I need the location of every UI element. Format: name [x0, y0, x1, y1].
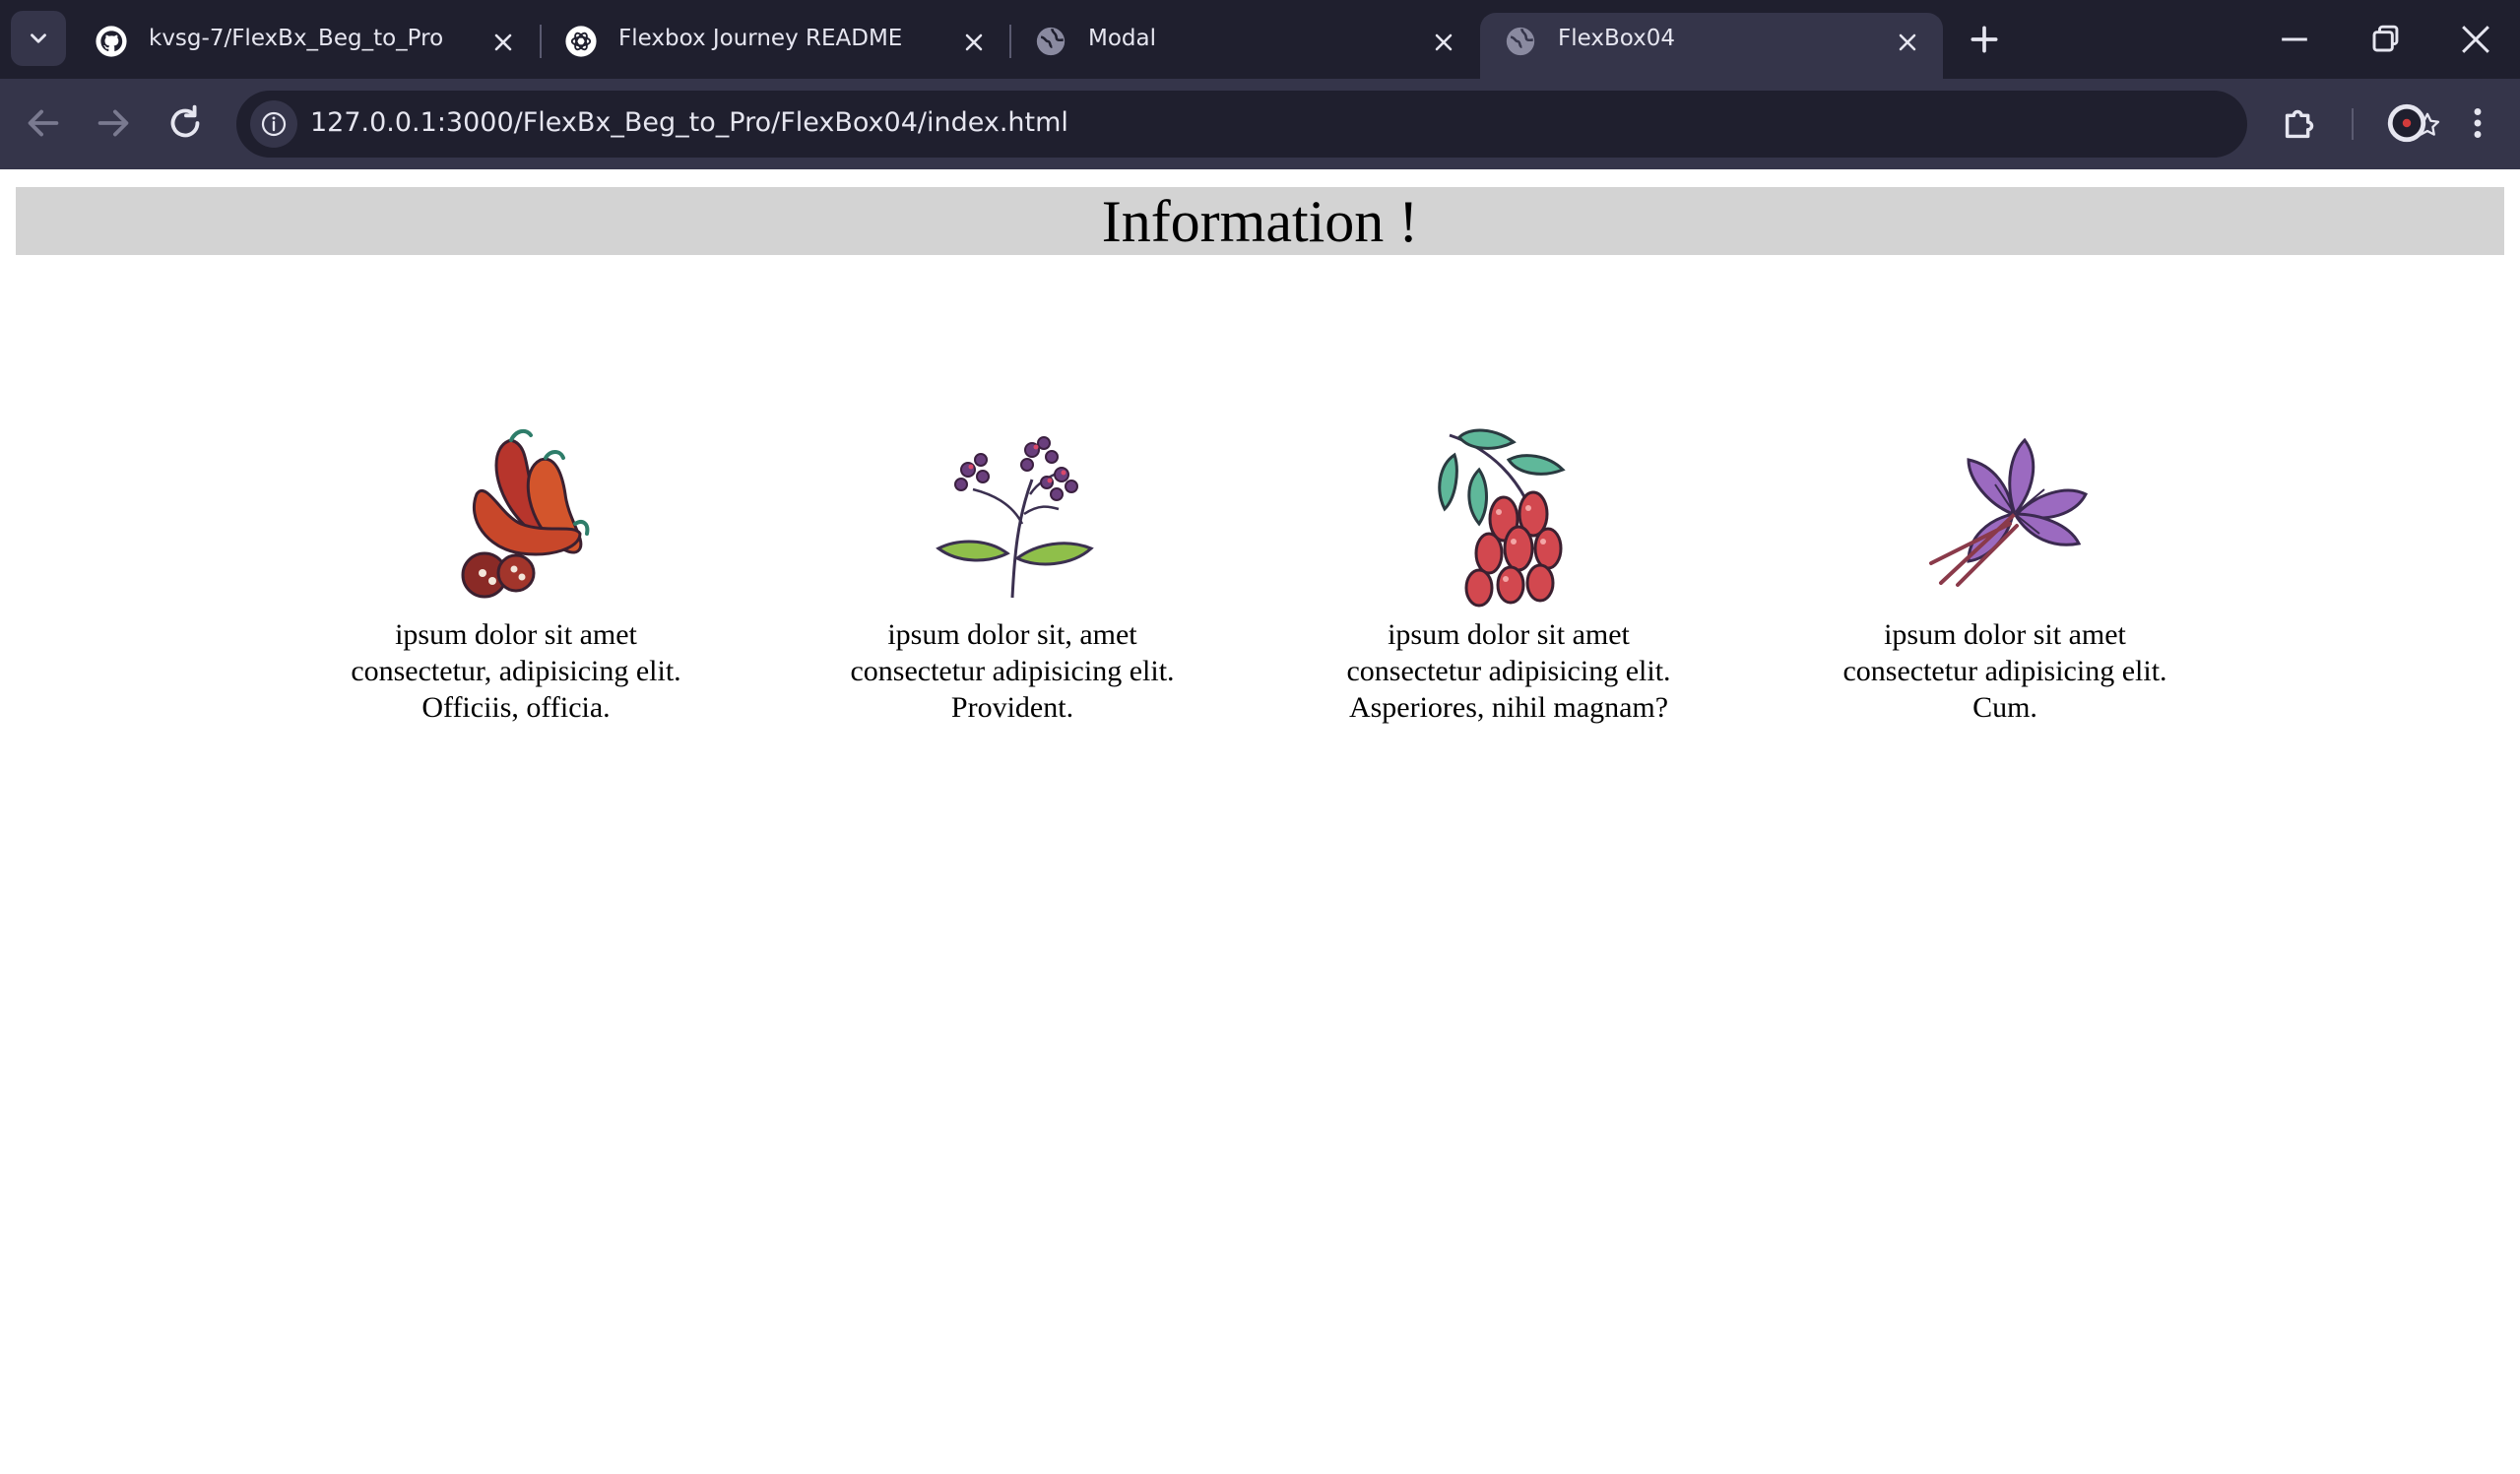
more-menu-icon[interactable] — [2455, 100, 2500, 146]
close-icon[interactable] — [1430, 29, 1457, 56]
card-line: ipsum dolor sit amet — [1884, 618, 2126, 651]
tab-title: FlexBox04 — [1558, 26, 1675, 51]
globe-icon — [1036, 27, 1066, 56]
close-icon[interactable] — [1894, 29, 1921, 56]
forward-arrow-icon[interactable] — [91, 100, 136, 146]
card-text: ipsum dolor sit amet consectetur adipisi… — [1757, 616, 2253, 726]
information-banner: Information ! — [16, 187, 2504, 255]
card-line: Provident. — [950, 691, 1074, 724]
tab-flexbox-journey[interactable]: Flexbox Journey README — [541, 13, 1009, 79]
minimize-icon[interactable] — [2273, 18, 2316, 61]
url-text: 127.0.0.1:3000/FlexBx_Beg_to_Pro/FlexBox… — [310, 107, 1068, 138]
card-text: ipsum dolor sit amet consectetur adipisi… — [1260, 616, 1757, 726]
tab-modal[interactable]: Modal — [1010, 13, 1479, 79]
card-line: ipsum dolor sit amet — [395, 618, 637, 651]
reload-icon[interactable] — [162, 100, 208, 146]
card-line: Cum. — [1972, 691, 2037, 724]
globe-icon — [1506, 27, 1535, 56]
card-text: ipsum dolor sit, amet consectetur adipis… — [764, 616, 1260, 726]
card-line: ipsum dolor sit, amet — [887, 618, 1137, 651]
extensions-puzzle-icon[interactable] — [2278, 100, 2323, 146]
tab-title: Modal — [1088, 26, 1156, 51]
github-icon — [96, 26, 127, 57]
address-bar[interactable]: 127.0.0.1:3000/FlexBx_Beg_to_Pro/FlexBox… — [236, 91, 2440, 158]
card: ipsum dolor sit amet consectetur adipisi… — [1260, 416, 1757, 726]
saffron-flower-icon — [1929, 437, 2089, 587]
close-window-icon[interactable] — [2454, 18, 2497, 61]
browser-toolbar: 127.0.0.1:3000/FlexBx_Beg_to_Pro/FlexBox… — [0, 79, 2520, 169]
openai-icon — [565, 26, 597, 57]
url-host: 127.0.0.1 — [310, 107, 437, 138]
red-berries-icon — [1438, 428, 1566, 608]
chili-peppers-icon — [461, 428, 590, 599]
flowering-herb-icon — [936, 436, 1094, 599]
profile-avatar-icon[interactable] — [2384, 100, 2429, 146]
close-icon[interactable] — [960, 29, 988, 56]
card-text: ipsum dolor sit amet consectetur, adipis… — [268, 616, 764, 726]
site-info-button[interactable] — [250, 100, 297, 148]
url-path: :3000/FlexBx_Beg_to_Pro/FlexBox04/index.… — [436, 107, 1068, 138]
back-arrow-icon[interactable] — [21, 100, 66, 146]
page-content: Information ! ipsum dolor sit amet conse… — [0, 169, 2520, 1474]
info-icon — [261, 111, 287, 137]
tab-search-button[interactable] — [11, 11, 66, 66]
card-line: Officiis, officia. — [421, 691, 611, 724]
card-line: consectetur adipisicing elit. — [850, 655, 1175, 687]
card-line: ipsum dolor sit amet — [1388, 618, 1630, 651]
close-icon[interactable] — [489, 29, 517, 56]
card-row: ipsum dolor sit amet consectetur, adipis… — [0, 416, 2520, 770]
page-heading: Information ! — [1101, 188, 1419, 254]
card: ipsum dolor sit amet consectetur adipisi… — [1757, 416, 2253, 726]
toolbar-divider — [2352, 108, 2354, 140]
card-line: consectetur adipisicing elit. — [1346, 655, 1671, 687]
card-line: consectetur, adipisicing elit. — [351, 655, 681, 687]
card: ipsum dolor sit amet consectetur, adipis… — [268, 416, 764, 726]
tab-title: Flexbox Journey README — [618, 26, 903, 51]
tab-flexbox04[interactable]: FlexBox04 — [1480, 13, 1943, 79]
chevron-down-icon — [31, 33, 46, 43]
tab-github[interactable]: kvsg-7/FlexBx_Beg_to_Pro — [71, 13, 539, 79]
restore-icon[interactable] — [2363, 18, 2407, 61]
card-line: consectetur adipisicing elit. — [1842, 655, 2167, 687]
card-line: Asperiores, nihil magnam? — [1348, 691, 1669, 724]
new-tab-plus-icon[interactable] — [1965, 20, 2004, 59]
tab-title: kvsg-7/FlexBx_Beg_to_Pro — [149, 26, 444, 51]
card: ipsum dolor sit, amet consectetur adipis… — [764, 416, 1260, 726]
tab-strip: kvsg-7/FlexBx_Beg_to_Pro Flexbox Journey… — [0, 0, 2520, 79]
